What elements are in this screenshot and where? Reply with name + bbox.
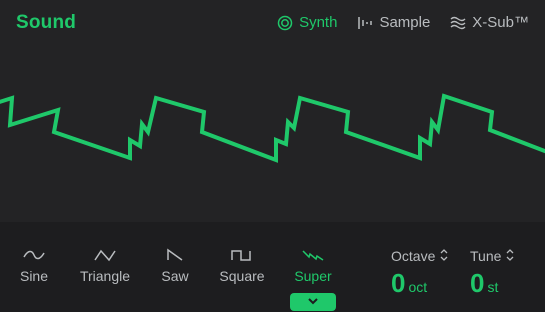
waveform-label: Triangle	[79, 268, 131, 284]
panel-title: Sound	[16, 12, 77, 33]
wavy-lines-icon	[450, 15, 466, 31]
tab-synth[interactable]: Synth	[277, 14, 337, 31]
tab-synth-label: Synth	[299, 14, 338, 31]
waveform-saw-option[interactable]: Saw	[144, 248, 206, 284]
waveform-label: Super	[294, 268, 332, 284]
triangle-wave-icon	[74, 248, 136, 262]
super-options-expand-button[interactable]	[290, 293, 336, 311]
sine-wave-icon	[3, 248, 65, 262]
waveform-label: Square	[219, 268, 265, 284]
saw-wave-icon	[144, 248, 206, 262]
waveform-label: Sine	[19, 268, 49, 284]
target-icon	[277, 15, 293, 31]
octave-value: 0	[391, 268, 406, 298]
tab-x-sub[interactable]: X-Sub™	[450, 14, 529, 31]
up-down-chevron-icon[interactable]	[440, 248, 448, 264]
sound-source-tabs: Synth Sample X-Sub™	[277, 14, 529, 31]
super-saw-icon	[282, 248, 344, 262]
tune-unit: st	[487, 279, 499, 295]
octave-unit: oct	[408, 279, 428, 295]
waveform-bars-icon	[357, 15, 373, 31]
tab-x-sub-label: X-Sub™	[472, 14, 529, 31]
tune-label: Tune	[470, 248, 502, 264]
tune-value: 0	[470, 268, 485, 298]
supersaw-waveform-graph	[0, 93, 545, 163]
up-down-chevron-icon[interactable]	[506, 248, 514, 264]
waveform-sine-option[interactable]: Sine	[3, 248, 65, 284]
tab-sample-label: Sample	[379, 14, 431, 31]
tab-sample[interactable]: Sample	[357, 14, 430, 31]
tune-control[interactable]: Tune 0 st	[470, 248, 514, 299]
waveform-label: Saw	[161, 268, 189, 284]
waveform-square-option[interactable]: Square	[211, 248, 273, 284]
waveform-triangle-option[interactable]: Triangle	[74, 248, 136, 284]
octave-label: Octave	[391, 248, 436, 264]
square-wave-icon	[211, 248, 273, 262]
chevron-down-icon	[290, 297, 336, 306]
octave-control[interactable]: Octave 0 oct	[391, 248, 448, 299]
waveform-super-option[interactable]: Super	[282, 248, 344, 284]
